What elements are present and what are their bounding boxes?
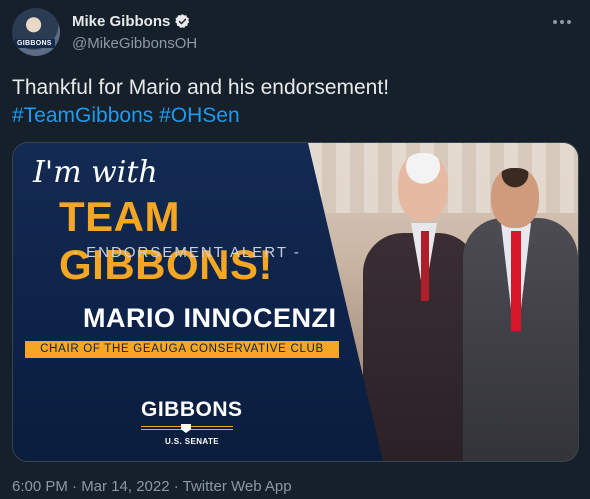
- person-left-tie: [421, 231, 429, 301]
- hashtag-ohsen[interactable]: #OHSen: [159, 104, 240, 127]
- tweet-body: Thankful for Mario and his endorsement!: [12, 76, 390, 99]
- hashtags: #TeamGibbons #OHSen: [12, 102, 578, 130]
- ohio-shape-icon: [181, 424, 191, 433]
- handle[interactable]: @MikeGibbonsOH: [72, 35, 197, 52]
- campaign-logo-text: GIBBONS: [141, 398, 243, 421]
- avatar[interactable]: GIBBONS: [12, 8, 60, 56]
- campaign-logo-subtext: U.S. SENATE: [165, 437, 220, 446]
- tweet-text: Thankful for Mario and his endorsement! …: [12, 74, 578, 130]
- person-right-tie: [511, 231, 521, 331]
- graphic-line3: - ENDORSEMENT ALERT -: [73, 244, 301, 261]
- endorser-name: MARIO INNOCENZI: [83, 303, 337, 333]
- person-right-head: [491, 168, 539, 228]
- endorser-role: CHAIR OF THE GEAUGA CONSERVATIVE CLUB: [25, 341, 339, 358]
- tweet-header: GIBBONS Mike Gibbons @MikeGibbonsOH: [12, 8, 578, 60]
- avatar-badge: GIBBONS: [14, 39, 55, 48]
- graphic-line1: I'm with: [33, 155, 158, 190]
- hashtag-teamgibbons[interactable]: #TeamGibbons: [12, 104, 153, 127]
- more-options-icon[interactable]: [550, 12, 574, 32]
- tweet-media-image[interactable]: I'm with TEAM GIBBONS! - ENDORSEMENT ALE…: [12, 142, 579, 462]
- tweet-metadata[interactable]: 6:00 PM · Mar 14, 2022 · Twitter Web App: [12, 478, 292, 495]
- name-row: Mike Gibbons: [72, 13, 191, 30]
- verified-badge-icon: [175, 14, 190, 29]
- person-left-head: [398, 153, 448, 221]
- display-name[interactable]: Mike Gibbons: [72, 13, 170, 30]
